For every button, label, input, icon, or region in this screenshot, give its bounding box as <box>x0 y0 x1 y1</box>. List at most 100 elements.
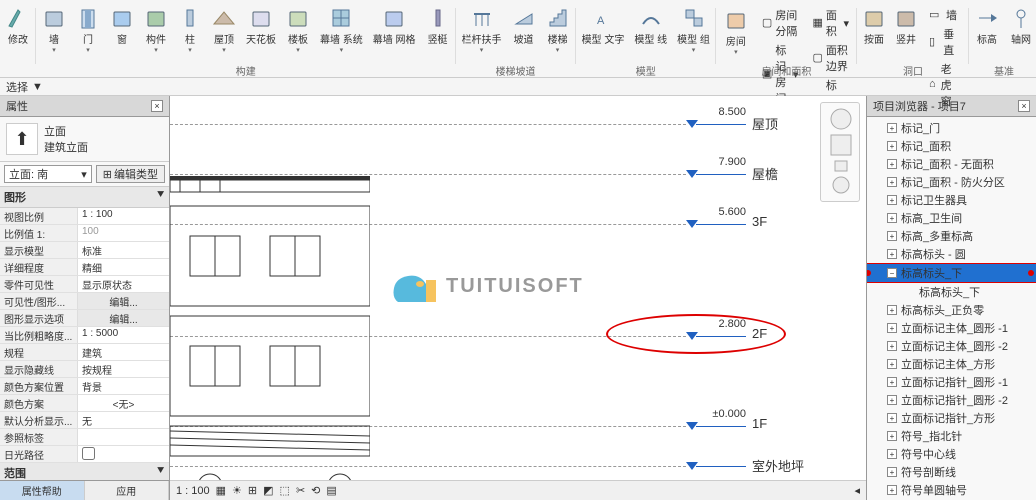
vc-icon[interactable]: ✂ <box>296 484 305 497</box>
curtain-system-button[interactable]: 幕墙 系统▾ <box>316 4 367 56</box>
prop-value[interactable]: 精细 <box>78 259 169 275</box>
edit-type-button[interactable]: ⊞编辑类型 <box>96 165 165 183</box>
vc-icon[interactable]: ⊞ <box>248 484 257 497</box>
tree-item[interactable]: +标记_面积 - 无面积 <box>867 155 1036 173</box>
vc-icon[interactable]: ☀ <box>232 484 242 497</box>
railing-button[interactable]: 栏杆扶手▾ <box>458 4 506 56</box>
ceiling-button[interactable]: 天花板 <box>242 4 280 48</box>
level-marker[interactable]: ±0.0001F <box>686 422 746 430</box>
room-button[interactable]: 房间▾ <box>720 6 752 58</box>
tree-expander-icon[interactable]: + <box>887 359 897 369</box>
curtain-grid-button[interactable]: 幕墙 网格 <box>369 4 420 48</box>
component-button[interactable]: 构件▾ <box>140 4 172 56</box>
vc-icon[interactable]: ◩ <box>263 484 273 497</box>
section-extent[interactable]: 范围⯆ <box>0 463 169 480</box>
prop-value[interactable] <box>78 429 169 445</box>
tree-item[interactable]: +立面标记指针_圆形 -2 <box>867 391 1036 409</box>
tree-expander-icon[interactable]: + <box>887 323 897 333</box>
vc-icon[interactable]: ▤ <box>326 484 336 497</box>
prop-edit-button[interactable]: 编辑... <box>78 293 169 309</box>
vc-icon[interactable]: ▦ <box>216 484 226 497</box>
tree-item[interactable]: +立面标记指针_圆形 -1 <box>867 373 1036 391</box>
tree-item[interactable]: +标高标头 - 圆 <box>867 245 1036 263</box>
level-marker[interactable]: 8.500屋顶 <box>686 120 746 128</box>
shaft-button[interactable]: 竖井 <box>891 4 921 48</box>
tree-item[interactable]: +标记卫生器具 <box>867 191 1036 209</box>
scale-label[interactable]: 1 : 100 <box>176 485 210 497</box>
prop-value[interactable]: 标准 <box>78 242 169 258</box>
wall-button[interactable]: 墙▾ <box>38 4 70 56</box>
section-graphics[interactable]: 图形⯆ <box>0 187 169 208</box>
tree-item[interactable]: +标高_卫生间 <box>867 209 1036 227</box>
tree-expander-icon[interactable]: − <box>887 268 897 278</box>
prop-value[interactable]: 100 <box>78 225 169 241</box>
close-icon[interactable]: × <box>1018 100 1030 112</box>
drawing-canvas[interactable]: ▭ ▣ ⊠ ✕ 8.500屋顶7.900屋檐5.6003F2.8002F±0.0… <box>170 96 866 500</box>
navigation-bar[interactable] <box>820 102 860 202</box>
mullion-button[interactable]: 竖梃 <box>422 4 454 48</box>
model-text-button[interactable]: A模型 文字 <box>578 4 629 48</box>
tree-item[interactable]: +标高_多重标高 <box>867 227 1036 245</box>
tree-expander-icon[interactable]: + <box>887 341 897 351</box>
vc-icon[interactable]: ⬚ <box>280 484 290 497</box>
prop-checkbox[interactable] <box>78 446 169 462</box>
tree-expander-icon[interactable]: + <box>887 413 897 423</box>
tree-expander-icon[interactable]: + <box>887 159 897 169</box>
tree-expander-icon[interactable]: + <box>887 123 897 133</box>
tree-item[interactable]: +符号中心线 <box>867 445 1036 463</box>
modify-button[interactable]: 修改 <box>2 4 34 48</box>
close-icon[interactable]: × <box>151 100 163 112</box>
level-marker[interactable]: 5.6003F <box>686 220 746 228</box>
level-marker[interactable]: 室外地坪 <box>686 462 746 470</box>
room-sep-button[interactable]: ▢房间 分隔 <box>758 6 803 40</box>
properties-help-button[interactable]: 属性帮助 <box>0 481 85 500</box>
prop-value[interactable]: 无 <box>78 412 169 428</box>
tree-item[interactable]: +立面标记主体_方形 <box>867 355 1036 373</box>
tree-expander-icon[interactable]: + <box>887 431 897 441</box>
column-button[interactable]: 柱▾ <box>174 4 206 56</box>
tree-item[interactable]: +标记_门 <box>867 119 1036 137</box>
vc-icon[interactable]: ⟲ <box>311 484 320 497</box>
tree-item[interactable]: +立面标记主体_圆形 -1 <box>867 319 1036 337</box>
model-line-button[interactable]: 模型 线 <box>630 4 671 48</box>
by-face-button[interactable]: 按面 <box>859 4 889 48</box>
ramp-button[interactable]: 坡道 <box>508 4 540 48</box>
model-group-button[interactable]: 模型 组▾ <box>673 4 714 56</box>
view-control-bar[interactable]: 1 : 100 ▦ ☀ ⊞ ◩ ⬚ ✂ ⟲ ▤ ◂ <box>170 480 866 500</box>
apply-button[interactable]: 应用 <box>85 481 170 500</box>
browser-tree[interactable]: +标记_门+标记_面积+标记_面积 - 无面积+标记_面积 - 防火分区+标记卫… <box>867 117 1036 500</box>
tree-expander-icon[interactable]: + <box>887 141 897 151</box>
roof-button[interactable]: 屋顶▾ <box>208 4 240 56</box>
prop-value[interactable]: 显示原状态 <box>78 276 169 292</box>
prop-value[interactable]: 按规程 <box>78 361 169 377</box>
window-button[interactable]: 窗 <box>106 4 138 48</box>
tree-expander-icon[interactable]: + <box>887 377 897 387</box>
tree-expander-icon[interactable]: + <box>887 395 897 405</box>
area-button[interactable]: ▦面积▾ <box>808 6 853 40</box>
prop-value[interactable]: 1 : 100 <box>78 208 169 224</box>
tree-expander-icon[interactable]: + <box>887 249 897 259</box>
tree-expander-icon[interactable]: + <box>887 231 897 241</box>
tree-expander-icon[interactable]: + <box>887 449 897 459</box>
door-button[interactable]: 门▾ <box>72 4 104 56</box>
floor-button[interactable]: 楼板▾ <box>282 4 314 56</box>
tree-item[interactable]: +标记_面积 - 防火分区 <box>867 173 1036 191</box>
prop-value[interactable]: <无> <box>78 395 169 411</box>
prop-value[interactable]: 建筑 <box>78 344 169 360</box>
tree-item[interactable]: +立面标记指针_方形 <box>867 409 1036 427</box>
prop-value[interactable]: 1 : 5000 <box>78 327 169 343</box>
tree-item[interactable]: +标记_面积 <box>867 137 1036 155</box>
tree-expander-icon[interactable]: + <box>887 305 897 315</box>
wall-opening-button[interactable]: ▭墙 <box>925 6 965 24</box>
tree-item[interactable]: +符号单圆轴号 <box>867 481 1036 499</box>
select-arrow-icon[interactable]: ▼ <box>32 81 43 93</box>
tree-expander-icon[interactable]: + <box>887 485 897 495</box>
tree-item[interactable]: +标高标头_正负零 <box>867 301 1036 319</box>
tree-expander-icon[interactable]: + <box>887 213 897 223</box>
level-button[interactable]: 标高 <box>971 4 1003 48</box>
tree-expander-icon[interactable]: + <box>887 177 897 187</box>
stair-button[interactable]: 楼梯▾ <box>542 4 574 56</box>
vertical-opening-button[interactable]: ▯垂直 <box>925 25 965 59</box>
select-label[interactable]: 选择 <box>6 79 28 95</box>
instance-combo[interactable]: 立面: 南▾ <box>4 165 92 183</box>
